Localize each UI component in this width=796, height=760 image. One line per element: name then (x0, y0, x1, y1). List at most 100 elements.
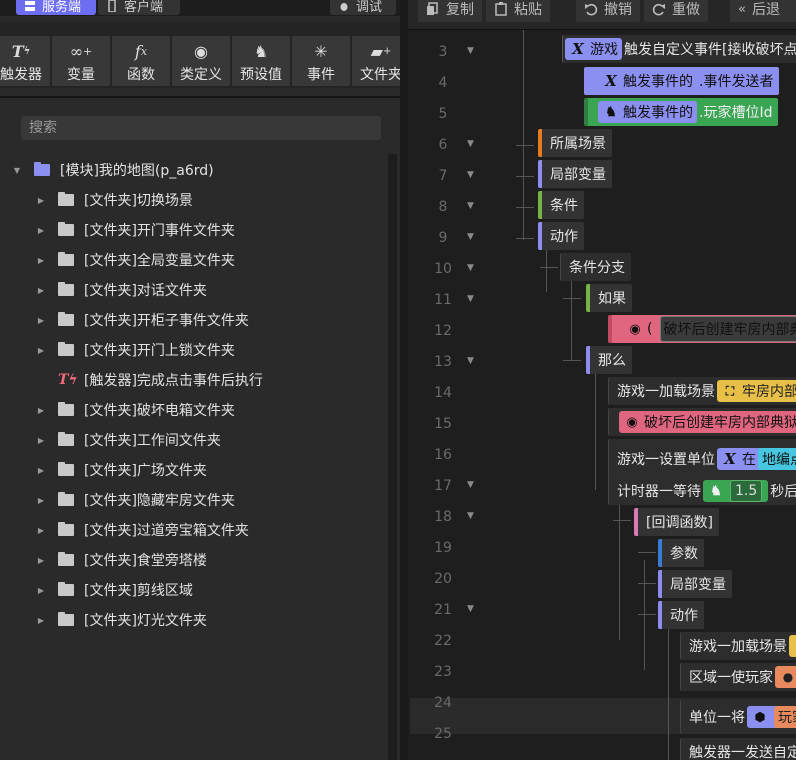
divider (0, 96, 400, 98)
fold-toggle-icon[interactable]: ▼ (467, 232, 474, 242)
chevron-right-icon[interactable]: ▶ (36, 316, 46, 325)
chevron-right-icon[interactable]: ▶ (36, 406, 46, 415)
tree-item-folder[interactable]: ▶ [文件夹]开门上锁文件夹 (36, 338, 235, 362)
callback-trigger-send[interactable]: 触发器一发送自定 (680, 738, 796, 760)
scene-chip[interactable]: ⛶ 牢房内部 (717, 380, 796, 402)
chevron-right-icon[interactable]: ▶ (36, 196, 46, 205)
redo-button[interactable]: 重做 (644, 0, 708, 22)
chevron-right-icon[interactable]: ▶ (36, 226, 46, 235)
tab-client[interactable]: 客户端 (98, 0, 180, 15)
tree-item-folder[interactable]: ▶ [文件夹]食堂旁塔楼 (36, 548, 207, 572)
tree-item-folder[interactable]: ▶ [文件夹]开门事件文件夹 (36, 218, 235, 242)
tree-item-folder[interactable]: ▶ [文件夹]过道旁宝箱文件夹 (36, 518, 249, 542)
fold-toggle-icon[interactable]: ▼ (467, 356, 474, 366)
if-clause[interactable]: 如果 (586, 284, 632, 312)
map-point-chip[interactable]: 地编点 (758, 448, 796, 470)
callback-load-scene[interactable]: 游戏一加载场景⛶ (680, 632, 796, 660)
fold-toggle-icon[interactable]: ▼ (467, 139, 474, 149)
tree-item-trigger[interactable]: Tϟ [触发器]完成点击事件后执行 (36, 368, 263, 392)
chevron-right-icon[interactable]: ▶ (36, 466, 46, 475)
fold-toggle-icon[interactable]: ▼ (467, 604, 474, 614)
fold-toggle-icon[interactable]: ▼ (467, 480, 474, 490)
nested-expression[interactable]: 破坏后创建牢房内部典狱 (660, 316, 796, 342)
callback-params[interactable]: 参数 (658, 539, 704, 567)
player-chip[interactable]: ● (775, 666, 796, 688)
chevron-right-icon[interactable]: ▶ (36, 286, 46, 295)
expression-event-sender[interactable]: X 触发事件的 .事件发送者 (584, 67, 780, 95)
callback-region-player[interactable]: 区域一使玩家 ● (680, 663, 796, 691)
tool-event-button[interactable]: ✳ 事件 (292, 36, 350, 86)
tree-item-folder[interactable]: ▶ [文件夹]剪线区域 (36, 578, 193, 602)
callback-actions[interactable]: 动作 (658, 601, 704, 629)
section-scene[interactable]: 所属场景 (538, 129, 612, 157)
player-chip[interactable]: 玩家 (774, 706, 796, 728)
line-number: 14 (434, 385, 452, 401)
callback-local-variables[interactable]: 局部变量 (658, 570, 732, 598)
condition-chip[interactable]: ◉( (622, 318, 657, 340)
scrollbar-track[interactable] (388, 154, 397, 760)
expression-player-slot[interactable]: ♞ 触发事件的 .玩家槽位Id (584, 98, 779, 126)
tree-item-folder[interactable]: ▶ [文件夹]广场文件夹 (36, 458, 207, 482)
fold-toggle-icon[interactable]: ▼ (467, 294, 474, 304)
unit-chip[interactable]: ⬢ 玩家 (747, 706, 796, 728)
branch-statement[interactable]: 条件分支 (560, 253, 631, 281)
section-conditions[interactable]: 条件 (538, 191, 584, 219)
chevron-right-icon[interactable]: ▶ (36, 556, 46, 565)
chevron-right-icon[interactable]: ▶ (36, 586, 46, 595)
scene-chip[interactable]: ⛶ (789, 635, 796, 657)
condition-expression[interactable]: ◉(破坏后创建牢房内部典狱 (608, 315, 796, 343)
fold-toggle-icon[interactable]: ▼ (467, 263, 474, 273)
undo-button[interactable]: 撤销 (576, 0, 640, 22)
chevron-right-icon[interactable]: ▶ (36, 496, 46, 505)
section-local-variables[interactable]: 局部变量 (538, 160, 612, 188)
custom-function-chip[interactable]: ◉ 破坏后创建牢房内部典狱 (619, 411, 796, 433)
tool-function-button[interactable]: fx 函数 (112, 36, 170, 86)
event-icon: ✳ (314, 41, 328, 61)
chevron-right-icon[interactable]: ▶ (36, 436, 46, 445)
back-button[interactable]: « 后退 (730, 0, 796, 22)
callback-function[interactable]: [回调函数] (634, 508, 719, 536)
then-clause[interactable]: 那么 (586, 346, 632, 374)
action-timer-wait[interactable]: 计时器一等待 ♞ 1.5 秒后执 (608, 477, 796, 505)
tree-item-folder[interactable]: ▶ [文件夹]切换场景 (36, 188, 193, 212)
paste-button[interactable]: 粘贴 (486, 0, 550, 22)
chevron-right-icon[interactable]: ▶ (36, 256, 46, 265)
tool-trigger-button[interactable]: Tϟ 触发器 (0, 36, 50, 86)
chevron-right-icon[interactable]: ▶ (36, 526, 46, 535)
fold-toggle-icon[interactable]: ▼ (467, 46, 474, 56)
tree-item-folder[interactable]: ▶ [文件夹]开柜子事件文件夹 (36, 308, 249, 332)
fold-toggle-icon[interactable]: ▼ (467, 201, 474, 211)
chevron-right-icon[interactable]: ▶ (36, 616, 46, 625)
search-input[interactable]: 搜索 (21, 116, 381, 140)
tree-item-folder[interactable]: ▶ [文件夹]全局变量文件夹 (36, 248, 235, 272)
action-load-scene[interactable]: 游戏一加载场景 ⛶ 牢房内部 (608, 377, 796, 405)
action-custom-call[interactable]: ◉ 破坏后创建牢房内部典狱 (608, 408, 796, 436)
chevron-down-icon[interactable]: ▼ (12, 166, 22, 175)
tree-item-folder[interactable]: ▶ [文件夹]对话文件夹 (36, 278, 207, 302)
tab-server[interactable]: 服务端 (16, 0, 96, 15)
callback-unit-set[interactable]: 单位一将 ⬢ 玩家 (680, 700, 796, 734)
tree-item-folder[interactable]: ▶ [文件夹]破坏电箱文件夹 (36, 398, 235, 422)
panel-splitter[interactable] (400, 0, 408, 760)
tree-item-folder[interactable]: ▶ [文件夹]灯光文件夹 (36, 608, 207, 632)
tree-item-folder[interactable]: ▶ [文件夹]隐藏牢房文件夹 (36, 488, 235, 512)
fold-toggle-icon[interactable]: ▼ (467, 511, 474, 521)
tool-variable-button[interactable]: ∞ + 变量 (52, 36, 110, 86)
trigger-event-chip[interactable]: X 触发事件的 (598, 70, 697, 92)
copy-button[interactable]: 复制 (418, 0, 482, 22)
tool-preset-button[interactable]: ♞ 预设值 (232, 36, 290, 86)
action-set-unit[interactable]: 游戏一设置单位X在地编点 (608, 439, 796, 479)
tool-class-button[interactable]: ◉ 类定义 (172, 36, 230, 86)
chevron-right-icon[interactable]: ▶ (36, 346, 46, 355)
variable-chip[interactable]: X在地编点 (717, 448, 796, 470)
tab-debug[interactable]: 调试 (330, 0, 396, 15)
tree-item-folder[interactable]: ▶ [文件夹]工作间文件夹 (36, 428, 221, 452)
trigger-event-chip[interactable]: ♞ 触发事件的 (598, 101, 697, 123)
statement-line-3[interactable]: X 游戏 触发自定义事件[接收破坏点 (562, 35, 796, 63)
variable-chip[interactable]: X 游戏 (565, 38, 622, 60)
number-value[interactable]: 1.5 (730, 480, 763, 502)
number-chip[interactable]: ♞ 1.5 (703, 480, 769, 502)
fold-toggle-icon[interactable]: ▼ (467, 170, 474, 180)
section-actions[interactable]: 动作 (538, 222, 584, 250)
tree-root[interactable]: ▼ [模块]我的地图(p_a6rd) (12, 158, 214, 182)
